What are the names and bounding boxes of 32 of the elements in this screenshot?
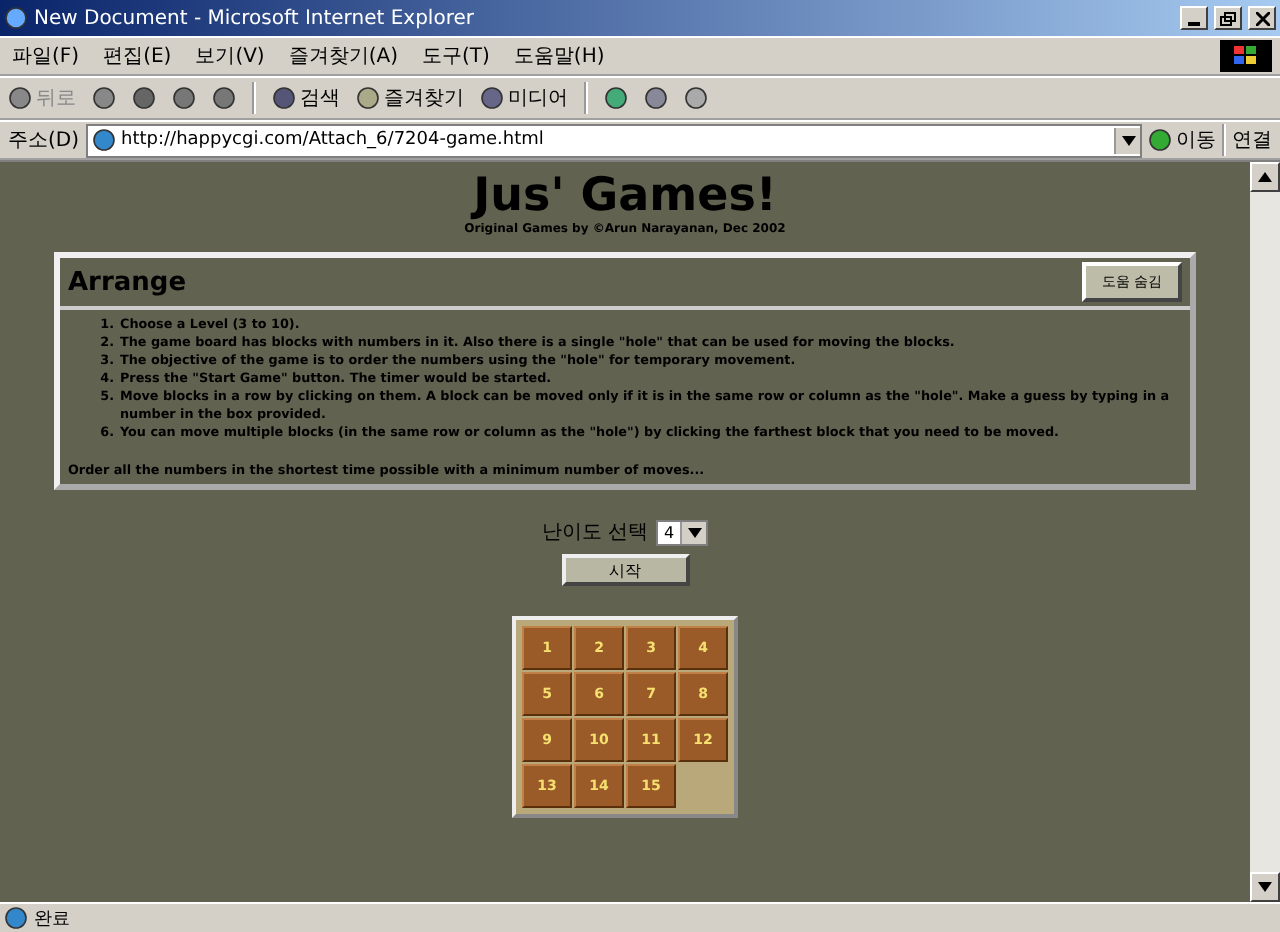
panel-title: Arrange [68,267,187,297]
scrollbar[interactable] [1250,162,1280,902]
scroll-up-arrow-icon [1258,172,1272,182]
menu-item[interactable]: 즐겨찾기(A) [284,40,402,72]
restore-icon [1220,11,1236,25]
dropdown-arrow-icon [1121,135,1135,145]
toolbar-button[interactable]: 미디어 [480,84,568,112]
minimize-button[interactable] [1180,6,1208,30]
toolbar-button[interactable]: 즐겨찾기 [356,84,464,112]
go-button[interactable]: 이동 [1148,126,1216,154]
menu-item[interactable]: 도구(T) [418,40,494,72]
address-field[interactable]: http://happycgi.com/Attach_6/7204-game.html [85,123,1142,157]
level-select[interactable]: 4 [656,519,709,545]
close-icon [1255,11,1269,25]
scroll-down-arrow-icon [1258,882,1272,892]
toolbar-button[interactable]: 검색 [272,84,340,112]
dropdown-arrow-icon [687,527,702,537]
level-label: 난이도 선택 [541,520,649,546]
menu-item[interactable]: 편집(E) [99,40,176,72]
menu-item[interactable]: 파일(F) [8,40,84,72]
links-button[interactable]: 연결 [1232,126,1272,154]
status-text: 완료 [34,907,70,931]
menu-item[interactable]: 보기(V) [191,40,269,72]
menu-item[interactable]: 도움말(H) [509,40,609,72]
toolbar-button[interactable]: 뒤로 [8,84,76,112]
page-title: Jus' Games! [473,170,777,222]
close-button[interactable] [1248,6,1276,30]
window-title: New Document - Microsoft Internet Explorer [34,7,476,29]
restore-button[interactable] [1214,6,1242,30]
windows-logo-icon [1220,40,1272,72]
address-label: 주소(D) [8,128,80,154]
start-button[interactable]: 시작 [561,554,689,586]
